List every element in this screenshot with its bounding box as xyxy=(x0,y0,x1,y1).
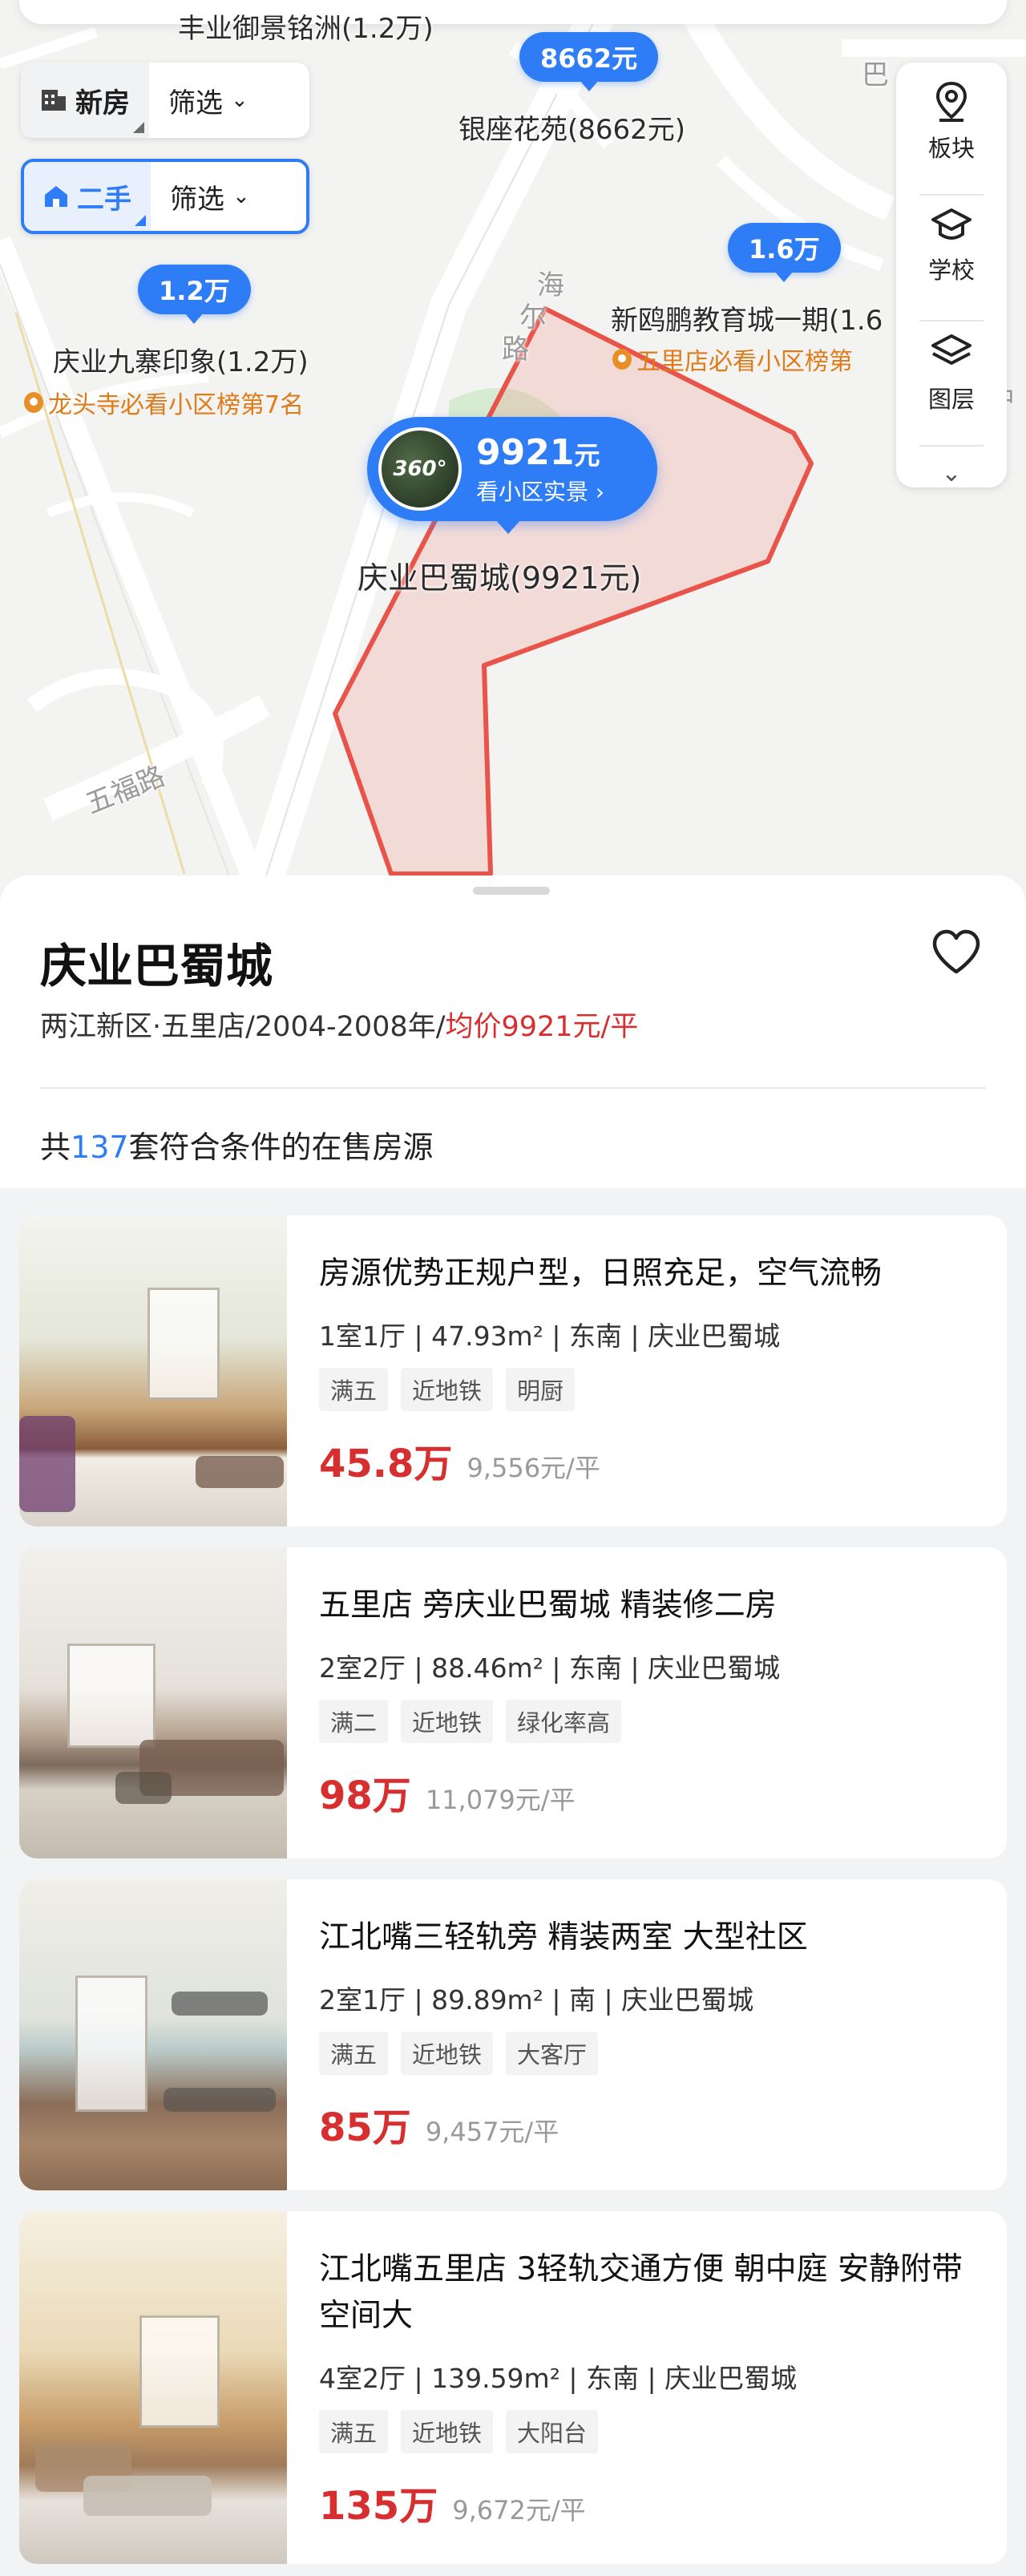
medal-icon xyxy=(612,349,632,370)
map-label-estate[interactable]: 新鸥鹏教育城一期(1.6 xyxy=(611,298,883,338)
second-hand-filter[interactable]: 二手 筛选 ⌄ xyxy=(21,159,309,234)
layers-icon xyxy=(931,334,971,365)
listing-attrs: 4室2厅 | 139.59m² | 东南 | 庆业巴蜀城 xyxy=(319,2363,798,2394)
listing-total-price: 135万 xyxy=(319,2484,438,2529)
listing-unit-price: 11,079元/平 xyxy=(425,1785,576,1815)
highlight-price-unit: 元 xyxy=(574,439,600,471)
tool-district[interactable]: 板块 xyxy=(928,80,975,199)
listing-title: 五里店 旁庆业巴蜀城 精装修二房 xyxy=(319,1587,777,1624)
listing-tag: 满二 xyxy=(319,1700,389,1743)
highlight-price: 9921 xyxy=(476,431,575,473)
listing-title: 房源优势正规户型，日照充足，空气流畅 xyxy=(319,1256,883,1292)
listing-count: 共137套符合条件的在售房源 xyxy=(40,1130,434,1165)
home-icon xyxy=(45,186,67,207)
map-label-estate[interactable]: 银座花苑(8662元) xyxy=(458,107,685,147)
listing-unit-price: 9,556元/平 xyxy=(467,1453,600,1483)
listing-total-price: 85万 xyxy=(319,2105,411,2150)
listing-card[interactable]: 五里店 旁庆业巴蜀城 精装修二房 2室2厅 | 88.46m² | 东南 | 庆… xyxy=(19,1547,1007,1858)
listing-photo xyxy=(19,2211,287,2564)
listing-photo xyxy=(19,1215,287,1527)
location-pin-icon xyxy=(935,81,967,122)
graduation-cap-icon xyxy=(931,208,971,241)
listing-photo xyxy=(19,1879,287,2190)
community-sheet: 庆业巴蜀城 两江新区·五里店/2004-2008年/均价9921元/平 共137… xyxy=(0,876,1026,2576)
listing-attrs: 2室1厅 | 89.89m² | 南 | 庆业巴蜀城 xyxy=(319,1984,754,2016)
chevron-down-icon: ⌄ xyxy=(232,184,250,208)
listing-attrs: 1室1厅 | 47.93m² | 东南 | 庆业巴蜀城 xyxy=(319,1320,781,1352)
listing-tag: 明厨 xyxy=(506,1368,576,1411)
drag-handle[interactable] xyxy=(473,887,550,895)
photo-360-icon: 360° xyxy=(378,427,462,511)
listing-tag: 满五 xyxy=(319,2410,389,2453)
tool-school[interactable]: 学校 xyxy=(928,205,975,324)
divider xyxy=(40,1087,986,1089)
second-hand-filter-dropdown[interactable]: 筛选 ⌄ xyxy=(151,162,269,231)
chevron-right-icon: › xyxy=(595,478,605,505)
map-view[interactable]: 丰业御景铭洲(1.2万) 巴 中 8662元 银座花苑(8662元) 1.2万 … xyxy=(0,0,1026,898)
price-pin[interactable]: 1.6万 xyxy=(728,223,841,282)
rank-tag-text: 五里店必看小区榜第 xyxy=(636,348,853,376)
listing-card[interactable]: 房源优势正规户型，日照充足，空气流畅 1室1厅 | 47.93m² | 东南 |… xyxy=(19,1215,1007,1527)
rank-tag[interactable]: 龙头寺必看小区榜第7名 xyxy=(24,385,304,420)
map-label-edge: 巴 xyxy=(862,59,889,91)
map-tools-panel: 板块 学校 图层 ⌄ xyxy=(896,63,1007,487)
view-scene-link: 看小区实景 xyxy=(476,478,589,505)
road-label: 路 xyxy=(502,334,529,366)
listing-card[interactable]: 江北嘴五里店 3轻轨交通方便 朝中庭 安静附带空间大 4室2厅 | 139.59… xyxy=(19,2211,1007,2564)
listing-photo xyxy=(19,1547,287,1858)
listing-title: 江北嘴五里店 3轻轨交通方便 朝中庭 安静附带空间大 xyxy=(319,2251,963,2334)
tab-second-hand[interactable]: 二手 xyxy=(24,162,151,231)
top-search-sheet xyxy=(19,0,1007,24)
new-house-filter-dropdown[interactable]: 筛选 ⌄ xyxy=(149,63,268,138)
medal-icon xyxy=(24,392,43,413)
community-meta: 两江新区·五里店/2004-2008年/均价9921元/平 xyxy=(40,1011,639,1043)
listing-unit-price: 9,457元/平 xyxy=(425,2117,559,2147)
map-label-estate[interactable]: 丰业御景铭洲(1.2万) xyxy=(178,6,434,46)
average-price: 均价9921元/平 xyxy=(445,1011,639,1043)
community-header: 庆业巴蜀城 两江新区·五里店/2004-2008年/均价9921元/平 共137… xyxy=(0,876,1026,1188)
listing-tag: 大阳台 xyxy=(506,2410,599,2453)
price-pin[interactable]: 8662元 xyxy=(519,32,659,91)
community-name: 庆业巴蜀城 xyxy=(40,939,273,993)
divider xyxy=(919,445,984,447)
listing-total-price: 98万 xyxy=(319,1773,411,1818)
building-icon xyxy=(42,90,66,111)
tool-layers[interactable]: 图层 xyxy=(928,331,975,450)
tab-new-house[interactable]: 新房 xyxy=(21,63,149,138)
chevron-down-icon: ⌄ xyxy=(231,88,248,112)
divider xyxy=(919,194,984,196)
listing-tag: 近地铁 xyxy=(401,1700,494,1743)
listing-tag: 大客厅 xyxy=(506,2032,599,2075)
listing-total-price: 45.8万 xyxy=(319,1442,453,1486)
listing-tag: 满五 xyxy=(319,2032,389,2075)
listing-tag: 满五 xyxy=(319,1368,389,1411)
expand-tools-chevron-icon[interactable]: ⌄ xyxy=(941,459,961,487)
listing-title: 江北嘴三轻轨旁 精装两室 大型社区 xyxy=(319,1919,808,1955)
listing-tag: 近地铁 xyxy=(401,2032,494,2075)
listing-tag: 绿化率高 xyxy=(506,1700,622,1743)
listing-attrs: 2室2厅 | 88.46m² | 东南 | 庆业巴蜀城 xyxy=(319,1652,781,1684)
map-label-selected-estate[interactable]: 庆业巴蜀城(9921元) xyxy=(357,553,641,597)
rank-tag-text: 龙头寺必看小区榜第7名 xyxy=(48,391,305,419)
rank-tag[interactable]: 五里店必看小区榜第 xyxy=(612,342,853,377)
new-house-filter[interactable]: 新房 筛选 ⌄ xyxy=(21,63,309,138)
community-highlight-pin[interactable]: 360° 9921元 看小区实景 › xyxy=(367,417,657,534)
listing-tag: 近地铁 xyxy=(401,2410,494,2453)
listing-unit-price: 9,672元/平 xyxy=(452,2495,586,2525)
listing-card[interactable]: 江北嘴三轻轨旁 精装两室 大型社区 2室1厅 | 89.89m² | 南 | 庆… xyxy=(19,1879,1007,2190)
map-label-estate[interactable]: 庆业九寨印象(1.2万) xyxy=(53,340,309,379)
price-pin[interactable]: 1.2万 xyxy=(138,265,251,324)
favorite-heart-icon[interactable] xyxy=(930,928,983,977)
divider xyxy=(919,319,984,321)
listing-tag: 近地铁 xyxy=(401,1368,494,1411)
